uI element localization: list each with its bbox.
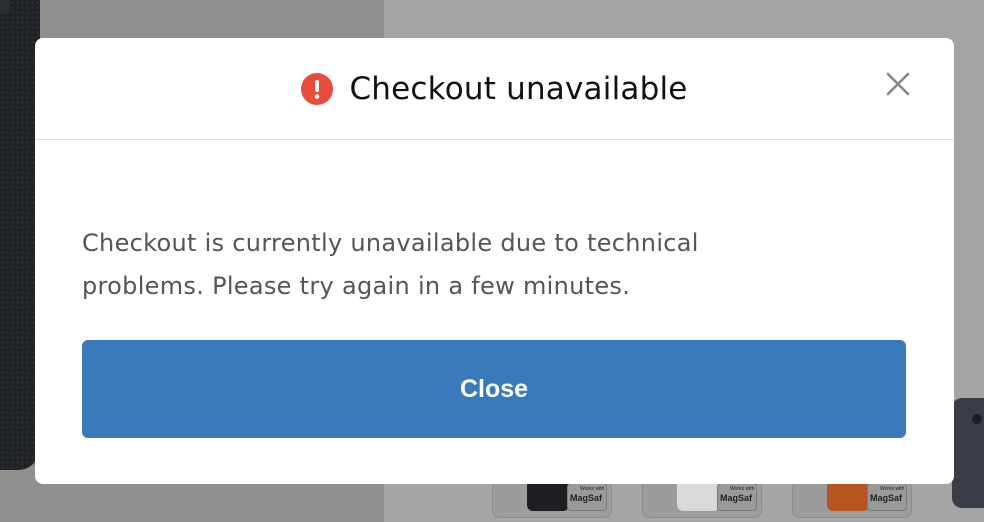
- thumbnail-case-image: [527, 481, 569, 511]
- badge-small-text: Works with: [730, 486, 755, 492]
- badge-small-text: Works with: [880, 486, 905, 492]
- dialog-message: Checkout is currently unavailable due to…: [82, 229, 699, 300]
- dialog-title-group: Checkout unavailable: [301, 71, 687, 107]
- alert-circle-icon: [301, 72, 334, 105]
- checkout-error-dialog: Checkout unavailable Checkout is current…: [35, 38, 954, 484]
- dialog-header: Checkout unavailable: [35, 38, 954, 140]
- badge-big-text: MagSaf: [570, 493, 603, 503]
- badge-big-text: MagSaf: [870, 493, 903, 503]
- badge-big-text: MagSaf: [720, 493, 753, 503]
- dialog-body: Checkout is currently unavailable due to…: [35, 140, 954, 438]
- magsafe-badge: Works with MagSaf: [867, 483, 907, 511]
- dialog-title: Checkout unavailable: [349, 70, 688, 107]
- background-phone-image: [0, 0, 40, 470]
- close-button[interactable]: Close: [82, 340, 906, 438]
- thumbnail-case-image: [827, 481, 869, 511]
- background-thumbnail: Works with MagSaf: [792, 480, 912, 518]
- thumbnail-case-image: [677, 481, 719, 511]
- page: Works with MagSaf Works with MagSaf Work…: [0, 0, 984, 522]
- magsafe-badge: Works with MagSaf: [717, 483, 757, 511]
- background-thumbnail: Works with MagSaf: [492, 480, 612, 518]
- close-icon[interactable]: [884, 70, 912, 98]
- magsafe-badge: Works with MagSaf: [567, 483, 607, 511]
- background-device-image: [952, 398, 984, 508]
- background-phone-button: [0, 0, 10, 14]
- background-thumbnail: Works with MagSaf: [642, 480, 762, 518]
- badge-small-text: Works with: [580, 486, 605, 492]
